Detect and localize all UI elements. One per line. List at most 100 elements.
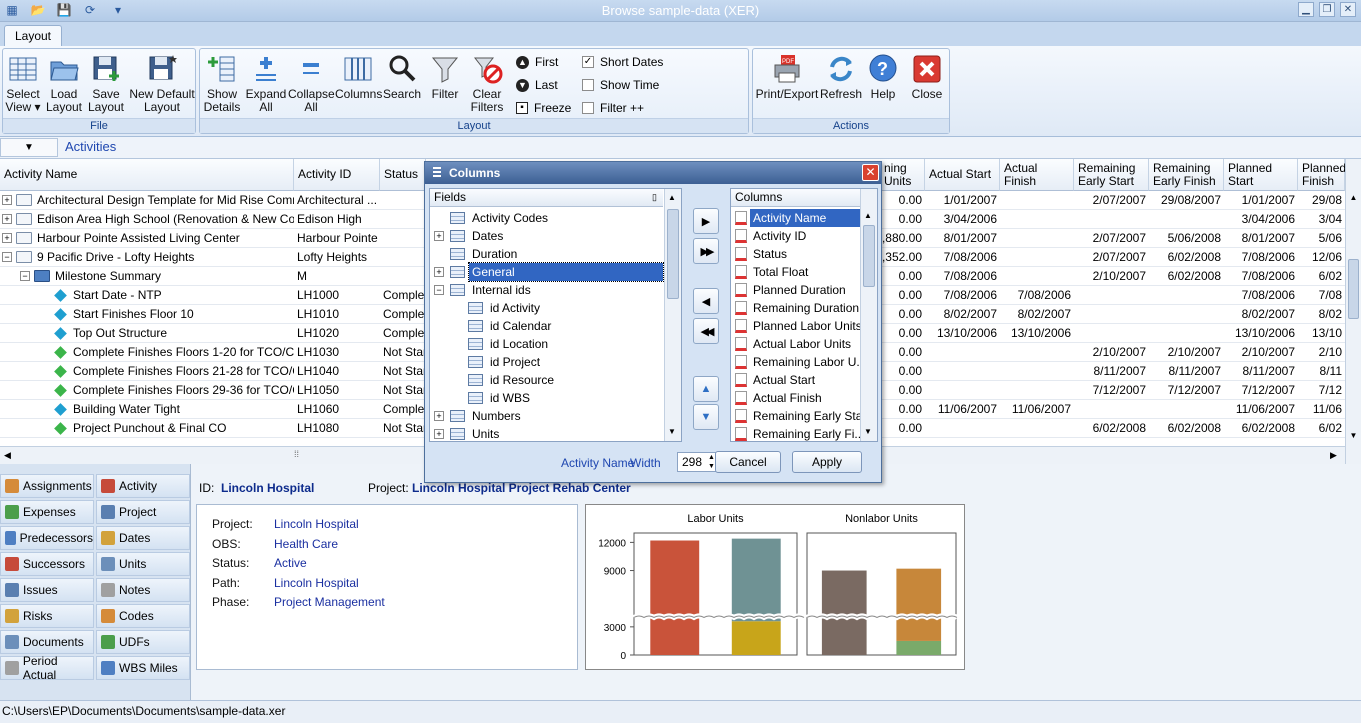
field-item[interactable]: + Units (430, 425, 663, 443)
search-button[interactable]: Search (381, 53, 423, 101)
nav-dates[interactable]: Dates (96, 526, 190, 550)
close-button[interactable]: Close (909, 53, 945, 101)
col-header-planned-finish[interactable]: Planned Finish (1298, 159, 1346, 191)
add-all-columns-button[interactable]: ▶▶ (693, 238, 719, 264)
col-header-activity-id[interactable]: Activity ID (294, 159, 380, 191)
collapse-node-icon[interactable]: − (434, 285, 444, 295)
field-item[interactable]: Duration (430, 245, 663, 263)
view-dropdown[interactable]: ▼ (0, 138, 58, 157)
show-details-button[interactable]: Show Details (202, 53, 242, 114)
column-item[interactable]: Status (731, 245, 860, 263)
column-item[interactable]: Remaining Early Start (731, 407, 860, 425)
field-item[interactable]: + Numbers (430, 407, 663, 425)
select-view-button[interactable]: Select View ▾ (5, 53, 41, 114)
close-window-button[interactable]: ✕ (1340, 2, 1356, 17)
apply-button[interactable]: Apply (792, 451, 862, 473)
add-column-button[interactable]: ▶ (693, 208, 719, 234)
field-item[interactable]: id Resource (430, 371, 663, 389)
fields-scroll-thumb[interactable] (667, 209, 679, 299)
nav-notes[interactable]: Notes (96, 578, 190, 602)
columns-scroll-thumb[interactable] (863, 225, 875, 287)
minimize-button[interactable]: ▁ (1298, 2, 1314, 17)
save-layout-button[interactable]: Save Layout (87, 53, 125, 114)
columns-scrollbar[interactable]: ▲ ▼ (860, 189, 877, 441)
col-header-status[interactable]: Status (380, 159, 426, 191)
cancel-button[interactable]: Cancel (715, 451, 781, 473)
field-item[interactable]: id WBS (430, 389, 663, 407)
first-button[interactable]: ▲ First (516, 55, 558, 69)
field-item[interactable]: − Internal ids (430, 281, 663, 299)
nav-wbs-miles[interactable]: WBS Miles (96, 656, 190, 680)
field-item[interactable]: id Activity (430, 299, 663, 317)
print-export-button[interactable]: PDF Print/Export (755, 53, 819, 101)
filter-plus-checkbox[interactable]: Filter ++ (582, 101, 644, 115)
collapse-node-icon[interactable]: − (2, 252, 12, 262)
restore-button[interactable]: ❐ (1319, 2, 1335, 17)
nav-issues[interactable]: Issues (0, 578, 94, 602)
fields-list[interactable]: Fields ▯ Activity Codes + Dates Duration + Gen… (429, 188, 682, 442)
field-item[interactable]: Activity Codes (430, 209, 663, 227)
col-header-rem-early-finish[interactable]: Remaining Early Finish (1149, 159, 1224, 191)
column-item[interactable]: Planned Labor Units (731, 317, 860, 335)
column-item[interactable]: Remaining Early Fi... (731, 425, 860, 443)
expand-node-icon[interactable]: + (2, 233, 12, 243)
width-input[interactable]: 298 ▲ ▼ (677, 452, 719, 472)
column-item[interactable]: Remaining Labor U... (731, 353, 860, 371)
column-item[interactable]: Actual Finish (731, 389, 860, 407)
field-item[interactable]: id Project (430, 353, 663, 371)
last-button[interactable]: ▼ Last (516, 78, 558, 92)
column-item[interactable]: Total Float (731, 263, 860, 281)
col-header-activity-name[interactable]: Activity Name (0, 159, 294, 191)
column-item[interactable]: Actual Start (731, 371, 860, 389)
filter-button[interactable]: Filter (426, 53, 464, 101)
fields-scrollbar[interactable]: ▲ ▼ (664, 189, 681, 441)
collapse-node-icon[interactable]: − (20, 271, 30, 281)
col-header-planned-start[interactable]: Planned Start (1224, 159, 1298, 191)
expand-node-icon[interactable]: + (434, 231, 444, 241)
freeze-button[interactable]: ▪ Freeze (516, 101, 571, 115)
tab-layout[interactable]: Layout (4, 25, 62, 46)
expand-node-icon[interactable]: + (2, 214, 12, 224)
nav-successors[interactable]: Successors (0, 552, 94, 576)
expand-node-icon[interactable]: + (434, 429, 444, 439)
move-down-button[interactable]: ▼ (693, 404, 719, 430)
load-layout-button[interactable]: Load Layout (45, 53, 83, 114)
nav-period-actual[interactable]: Period Actual (0, 654, 94, 682)
nav-codes[interactable]: Codes (96, 604, 190, 628)
col-header-units[interactable]: ning Units (880, 159, 925, 191)
nav-units[interactable]: Units (96, 552, 190, 576)
column-item[interactable]: Remaining Duration (731, 299, 860, 317)
field-item[interactable]: id Location (430, 335, 663, 353)
nav-risks[interactable]: Risks (0, 604, 94, 628)
nav-udfs[interactable]: UDFs (96, 630, 190, 654)
remove-all-columns-button[interactable]: ◀◀ (693, 318, 719, 344)
show-time-checkbox[interactable]: Show Time (582, 78, 659, 92)
nav-expenses[interactable]: Expenses (0, 500, 94, 524)
column-item[interactable]: Actual Labor Units (731, 335, 860, 353)
column-item[interactable]: Activity ID (731, 227, 860, 245)
nav-activity[interactable]: Activity (96, 474, 190, 498)
columns-button[interactable]: Columns (335, 53, 382, 101)
field-item[interactable]: id Calendar (430, 317, 663, 335)
columns-list[interactable]: Columns Activity Name Activity ID Status To… (730, 188, 878, 442)
remove-column-button[interactable]: ◀ (693, 288, 719, 314)
col-header-actual-start[interactable]: Actual Start (925, 159, 1000, 191)
column-item[interactable]: Planned Duration (731, 281, 860, 299)
field-item[interactable]: + Dates (430, 227, 663, 245)
grid-vertical-scrollbar[interactable]: ▲ ▼ (1345, 159, 1361, 464)
column-item[interactable]: Activity Name (731, 209, 860, 227)
nav-documents[interactable]: Documents (0, 630, 94, 654)
col-header-rem-early-start[interactable]: Remaining Early Start (1074, 159, 1149, 191)
move-up-button[interactable]: ▲ (693, 376, 719, 402)
nav-project[interactable]: Project (96, 500, 190, 524)
expand-node-icon[interactable]: + (2, 195, 12, 205)
expand-node-icon[interactable]: + (434, 267, 444, 277)
short-dates-checkbox[interactable]: ✓ Short Dates (582, 55, 663, 69)
help-button[interactable]: ? Help (865, 53, 901, 101)
expand-all-button[interactable]: Expand All (245, 53, 287, 114)
nav-predecessors[interactable]: Predecessors (0, 526, 94, 550)
refresh-button[interactable]: Refresh (819, 53, 863, 101)
clear-filters-button[interactable]: Clear Filters (466, 53, 508, 114)
nav-assignments[interactable]: Assignments (0, 474, 94, 498)
grid-scroll-thumb[interactable] (1348, 259, 1359, 319)
